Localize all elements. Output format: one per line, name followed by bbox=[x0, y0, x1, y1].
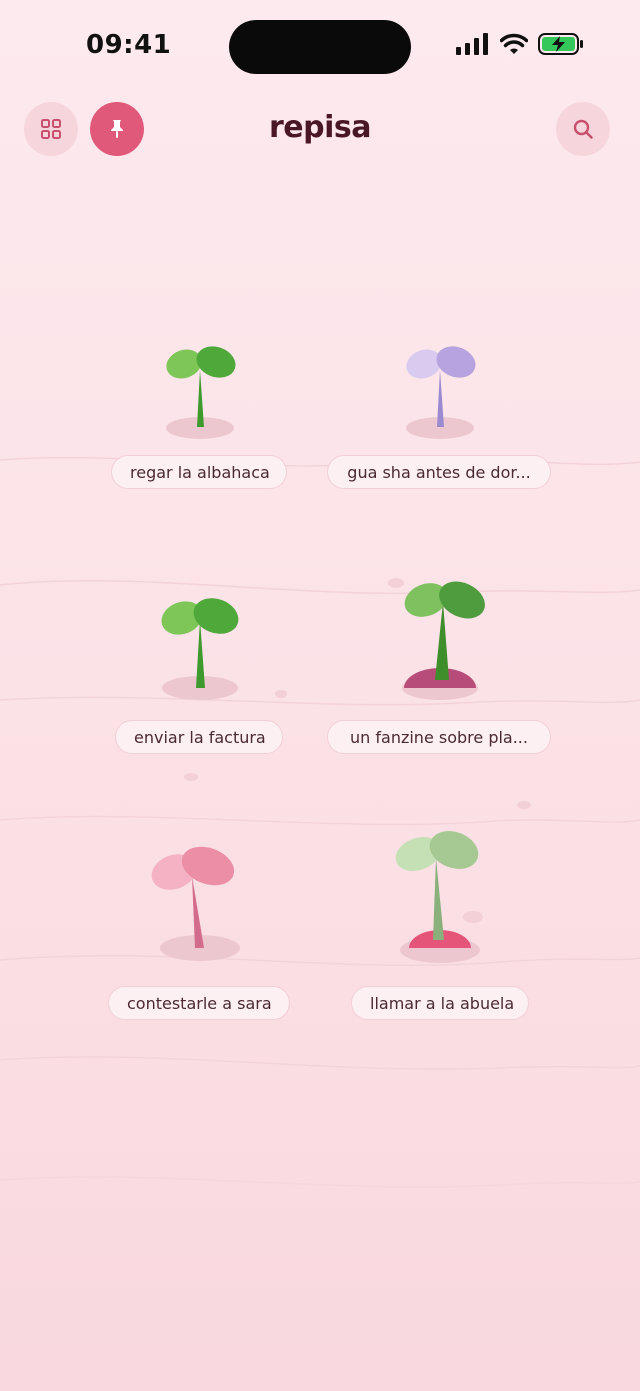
plant-label: enviar la factura bbox=[115, 720, 283, 754]
sprout-icon bbox=[161, 598, 239, 700]
plant-card[interactable]: gua sha antes de dor... bbox=[310, 330, 570, 530]
sprout-icon bbox=[402, 581, 485, 700]
dynamic-island bbox=[229, 20, 411, 74]
plant-label: llamar a la abuela bbox=[351, 986, 529, 1020]
sprout-icon bbox=[166, 346, 236, 439]
sprout-icon bbox=[151, 846, 240, 961]
wifi-icon bbox=[500, 33, 528, 54]
plant-label: regar la albahaca bbox=[111, 455, 287, 489]
app-header: repisa bbox=[0, 100, 640, 160]
app-title: repisa bbox=[269, 110, 372, 145]
plant-label: contestarle a sara bbox=[108, 986, 290, 1020]
sprout-icon bbox=[395, 831, 480, 963]
plant-card[interactable]: un fanzine sobre pla... bbox=[310, 570, 570, 770]
search-button[interactable] bbox=[556, 102, 610, 156]
battery-charging-icon bbox=[538, 33, 583, 55]
plant-label: gua sha antes de dor... bbox=[327, 455, 551, 489]
search-icon bbox=[573, 119, 593, 139]
cellular-signal-icon bbox=[456, 33, 488, 55]
plant-card[interactable]: llamar a la abuela bbox=[310, 820, 570, 1020]
plant-card[interactable]: enviar la factura bbox=[70, 590, 330, 790]
plant-label: un fanzine sobre pla... bbox=[327, 720, 551, 754]
sprout-icon bbox=[406, 346, 476, 439]
plant-card[interactable]: contestarle a sara bbox=[70, 840, 330, 1040]
status-bar: 09:41 bbox=[0, 0, 640, 92]
plant-card[interactable]: regar la albahaca bbox=[70, 330, 330, 530]
status-icons bbox=[456, 32, 584, 56]
status-time: 09:41 bbox=[86, 30, 172, 60]
